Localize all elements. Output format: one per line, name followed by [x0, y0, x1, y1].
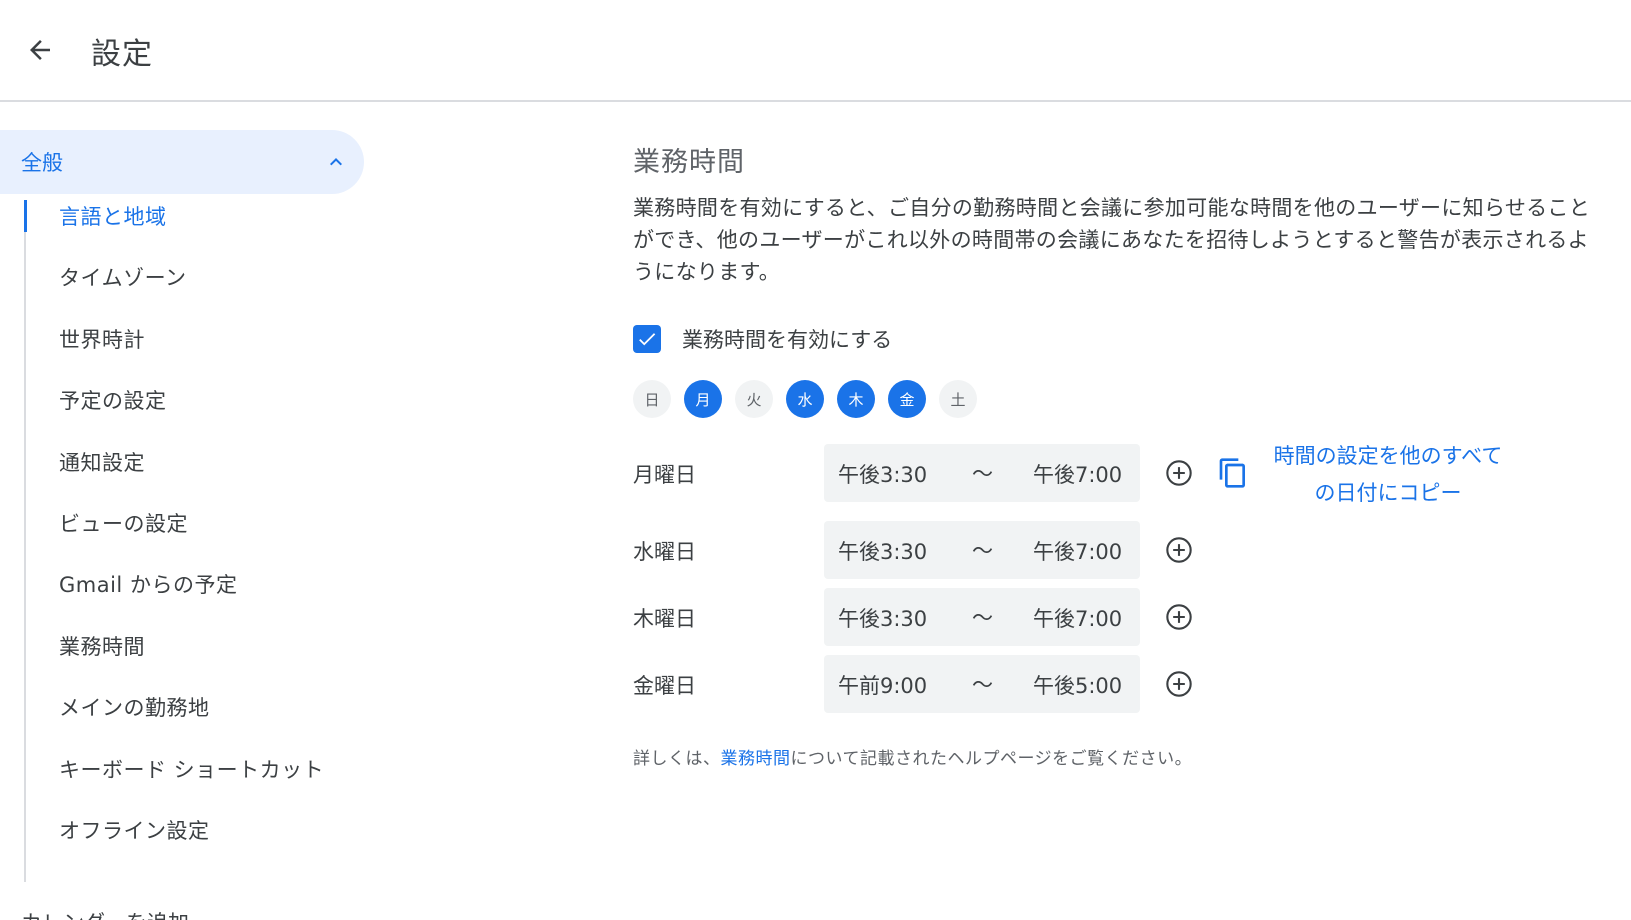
sidebar-item-gmail-events[interactable]: Gmail からの予定	[24, 554, 364, 614]
time-range-box: 午前9:00 〜 午後5:00	[824, 655, 1140, 713]
sidebar-item-working-hours[interactable]: 業務時間	[24, 616, 364, 676]
time-separator: 〜	[972, 673, 993, 697]
add-circle-icon	[1166, 460, 1192, 486]
enable-working-hours-label: 業務時間を有効にする	[682, 328, 893, 352]
end-time-select[interactable]: 午後7:00	[1033, 536, 1122, 566]
sidebar-item-offline[interactable]: オフライン設定	[24, 800, 364, 860]
row-day-label: 水曜日	[633, 540, 696, 564]
start-time-select[interactable]: 午前9:00	[838, 670, 927, 700]
start-time-select[interactable]: 午後3:30	[838, 603, 927, 633]
day-toggle-monday[interactable]: 月	[684, 380, 722, 418]
chevron-up-icon	[320, 146, 352, 178]
time-separator: 〜	[972, 462, 993, 486]
sidebar-item-label: ビューの設定	[59, 512, 188, 536]
sidebar-item-label: タイムゾーン	[59, 266, 187, 290]
section-description: 業務時間を有効にすると、ご自分の勤務時間と会議に参加可能な時間を他のユーザーに知…	[633, 196, 1591, 284]
checkmark-icon	[639, 333, 656, 346]
time-separator: 〜	[972, 606, 993, 630]
start-time-select[interactable]: 午後3:30	[838, 459, 927, 489]
add-time-button[interactable]	[1163, 534, 1195, 566]
sidebar-item-timezone[interactable]: タイムゾーン	[24, 247, 364, 307]
time-range-box: 午後3:30 〜 午後7:00	[824, 444, 1140, 502]
schedule-row-wednesday: 水曜日 午後3:30 〜 午後7:00	[633, 521, 1533, 579]
sidebar-item-view-settings[interactable]: ビューの設定	[24, 493, 364, 553]
day-toggle-saturday[interactable]: 土	[939, 380, 977, 418]
end-time-select[interactable]: 午後7:00	[1033, 459, 1122, 489]
day-toggle-wednesday[interactable]: 水	[786, 380, 824, 418]
add-circle-icon	[1166, 604, 1192, 630]
page-title: 設定	[91, 37, 153, 72]
end-time-select[interactable]: 午後7:00	[1033, 603, 1122, 633]
sidebar-item-event-settings[interactable]: 予定の設定	[24, 370, 364, 430]
back-button[interactable]	[18, 28, 62, 72]
enable-working-hours-row: 業務時間を有効にする	[633, 321, 892, 357]
add-time-button[interactable]	[1163, 601, 1195, 633]
sidebar-item-label: 言語と地域	[59, 205, 167, 229]
sidebar-item-language-region[interactable]: 言語と地域	[24, 186, 364, 246]
time-range-box: 午後3:30 〜 午後7:00	[824, 588, 1140, 646]
add-circle-icon	[1166, 537, 1192, 563]
sidebar-item-add-calendar[interactable]: カレンダーを追加	[21, 908, 189, 920]
sidebar-item-notifications[interactable]: 通知設定	[24, 432, 364, 492]
end-time-select[interactable]: 午後5:00	[1033, 670, 1122, 700]
settings-sidebar: 全般 言語と地域 タイムゾーン 世界時計 予定の設定 通知設定 ビューの設定 G…	[0, 102, 380, 920]
enable-working-hours-checkbox[interactable]	[633, 325, 661, 353]
help-suffix: について記載されたヘルプページをご覧ください。	[790, 749, 1193, 769]
sidebar-item-label: Gmail からの予定	[59, 573, 238, 597]
time-range-box: 午後3:30 〜 午後7:00	[824, 521, 1140, 579]
time-separator: 〜	[972, 539, 993, 563]
sidebar-section-label: 全般	[21, 151, 63, 175]
row-day-label: 金曜日	[633, 674, 696, 698]
day-toggle-friday[interactable]: 金	[888, 380, 926, 418]
copy-to-all-days-link[interactable]: 時間の設定を他のすべて の日付にコピー	[1255, 438, 1521, 512]
sidebar-item-world-clock[interactable]: 世界時計	[24, 309, 364, 369]
help-link-working-hours[interactable]: 業務時間	[721, 749, 791, 769]
sidebar-item-label: オフライン設定	[59, 819, 210, 843]
weekday-selector: 日 月 火 水 木 金 土	[633, 380, 990, 418]
day-toggle-sunday[interactable]: 日	[633, 380, 671, 418]
section-title: 業務時間	[633, 147, 745, 178]
copy-icon	[1219, 458, 1245, 488]
sidebar-section-general[interactable]: 全般	[0, 130, 364, 194]
sidebar-item-keyboard-shortcuts[interactable]: キーボード ショートカット	[24, 739, 364, 799]
copy-link-line2: の日付にコピー	[1314, 481, 1462, 505]
schedule-row-monday: 月曜日 午後3:30 〜 午後7:00 時間の設定を他のすべて の日付にコピー	[633, 444, 1533, 505]
sidebar-item-label: メインの勤務地	[59, 696, 210, 720]
sidebar-item-label: 予定の設定	[59, 389, 167, 413]
sidebar-item-label: キーボード ショートカット	[59, 758, 325, 782]
add-time-button[interactable]	[1163, 668, 1195, 700]
day-toggle-thursday[interactable]: 木	[837, 380, 875, 418]
start-time-select[interactable]: 午後3:30	[838, 536, 927, 566]
schedule-row-thursday: 木曜日 午後3:30 〜 午後7:00	[633, 588, 1533, 646]
sidebar-item-main-location[interactable]: メインの勤務地	[24, 677, 364, 737]
day-toggle-tuesday[interactable]: 火	[735, 380, 773, 418]
app-header: 設定	[0, 0, 1631, 102]
row-day-label: 月曜日	[633, 463, 696, 487]
help-prefix: 詳しくは、	[633, 749, 721, 769]
sidebar-item-label: 業務時間	[59, 635, 145, 659]
help-text: 詳しくは、業務時間について記載されたヘルプページをご覧ください。	[633, 744, 1192, 769]
copy-link-line1: 時間の設定を他のすべて	[1273, 444, 1503, 468]
arrow-back-icon	[30, 40, 50, 60]
sidebar-item-label: 世界時計	[59, 328, 145, 352]
working-hours-panel: 業務時間 業務時間を有効にすると、ご自分の勤務時間と会議に参加可能な時間を他のユ…	[633, 102, 1603, 902]
copy-times-button[interactable]	[1215, 455, 1251, 491]
sidebar-item-label: 通知設定	[59, 451, 145, 475]
add-time-button[interactable]	[1163, 457, 1195, 489]
schedule-row-friday: 金曜日 午前9:00 〜 午後5:00	[633, 655, 1533, 713]
row-day-label: 木曜日	[633, 607, 696, 631]
add-circle-icon	[1166, 671, 1192, 697]
